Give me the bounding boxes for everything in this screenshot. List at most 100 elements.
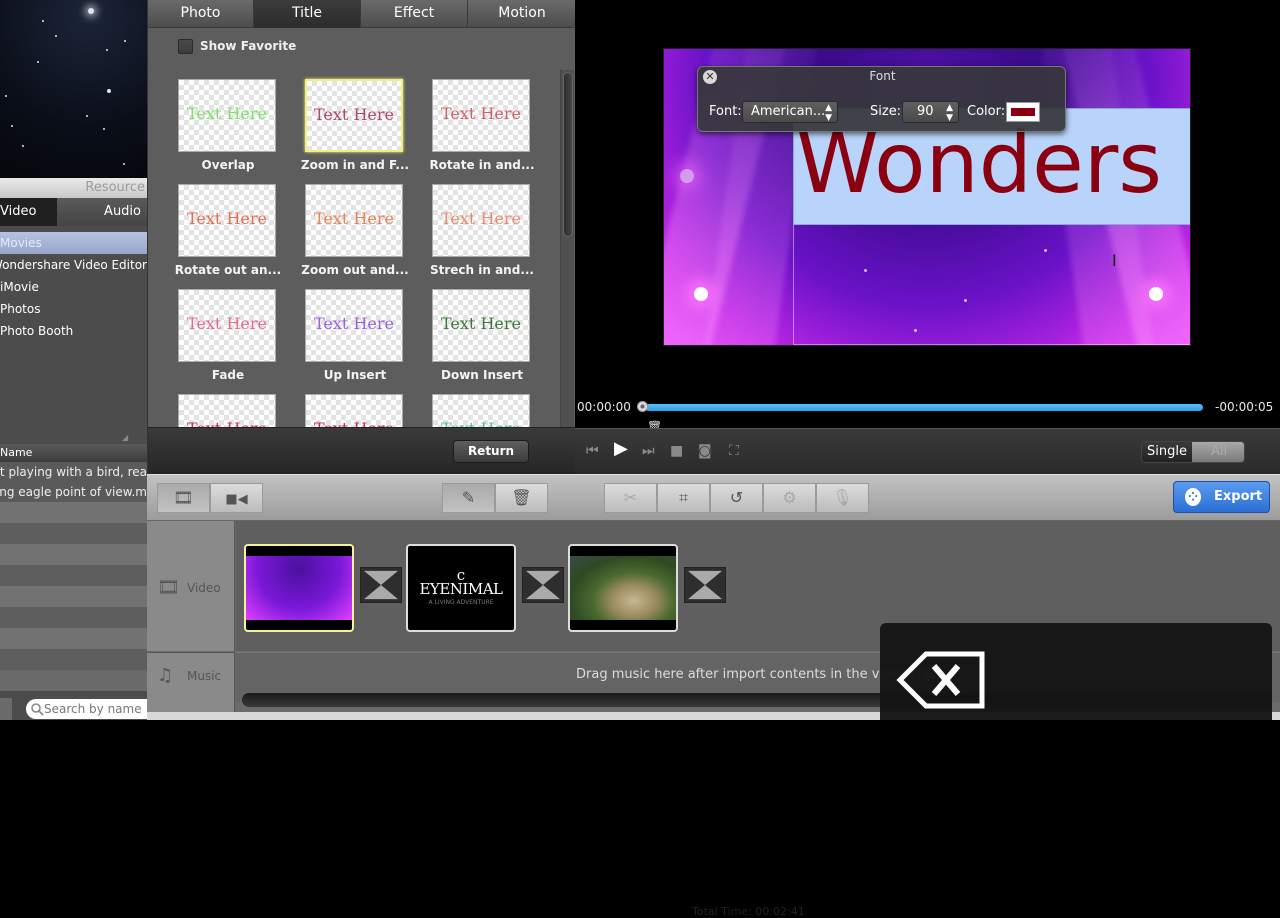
effect-label: Rotate out an...: [174, 263, 282, 277]
snapshot-camera-icon[interactable]: ◙: [698, 441, 712, 461]
tab-audio[interactable]: Audio: [57, 198, 147, 226]
title-effect-item[interactable]: Text Here Overlap: [178, 70, 278, 176]
size-label: Size:: [870, 104, 902, 119]
effect-sample-text: Text Here: [441, 314, 521, 333]
export-button[interactable]: ⁘ Export: [1173, 481, 1270, 513]
skip-back-icon[interactable]: ⏮: [586, 441, 599, 461]
search-input[interactable]: Search by name: [26, 699, 147, 719]
tab-effect[interactable]: Effect: [361, 0, 468, 28]
font-family-select[interactable]: American... ▲ ▼: [742, 101, 838, 123]
effect-thumbnail: Text Here: [178, 79, 276, 152]
tab-photo[interactable]: Photo: [148, 0, 254, 28]
delete-button[interactable]: 🗑: [495, 483, 548, 513]
record-video-button[interactable]: ■◀: [210, 483, 263, 513]
media-library-button[interactable]: 🎞: [157, 483, 210, 513]
cut-button[interactable]: ✂: [604, 483, 657, 513]
effect-thumbnail: Text Here: [432, 289, 530, 362]
clip-thumbnail: [246, 556, 352, 620]
effect-label: Zoom out and...: [301, 263, 409, 277]
scissors-icon: ✂: [623, 488, 638, 507]
rotate-button[interactable]: ↺: [710, 483, 763, 513]
transition-slot[interactable]: [360, 567, 402, 603]
clip-thumbnail: [570, 556, 676, 620]
effect-label: Fade: [211, 368, 245, 382]
resource-item-photo-booth[interactable]: Photo Booth: [0, 320, 147, 342]
timeline-clip-eyenimal[interactable]: ϲ EYENIMAL A LIVING ADVENTURE: [406, 544, 516, 632]
close-icon[interactable]: ✕: [703, 70, 717, 84]
file-name: Cat playing with a bird, rea: [0, 465, 147, 479]
title-effect-item[interactable]: Text Here: [305, 385, 405, 427]
playback-progress-track[interactable]: [645, 404, 1203, 411]
tab-motion[interactable]: Motion: [468, 0, 576, 28]
trash-icon: 🗑: [511, 488, 532, 507]
resource-item-photos[interactable]: Photos: [0, 298, 147, 320]
star: [86, 115, 88, 117]
resource-panel-title: Resource: [0, 178, 147, 198]
play-icon[interactable]: ▶: [614, 439, 628, 459]
effects-scrollbar[interactable]: [560, 70, 574, 427]
skip-forward-icon[interactable]: ⏭: [642, 441, 655, 461]
transition-slot[interactable]: [684, 567, 726, 603]
crop-button[interactable]: ⌗: [657, 483, 710, 513]
file-description-list: Cat playing with a bird, rea Flying eagl…: [0, 462, 147, 502]
effects-scroll-thumb[interactable]: [563, 72, 573, 237]
empty-row: [0, 607, 147, 628]
title-effect-item[interactable]: Text Here Rotate out an...: [175, 175, 281, 281]
resource-item-label: Movies: [0, 236, 42, 250]
title-effect-item[interactable]: Text Here Fade: [178, 280, 278, 386]
resource-item-wondershare[interactable]: Wondershare Video Editor: [0, 254, 147, 276]
font-color-swatch[interactable]: [1006, 102, 1040, 122]
star: [22, 145, 24, 147]
color-label: Color:: [967, 104, 1006, 119]
file-row[interactable]: Flying eagle point of view.m: [0, 482, 147, 502]
return-button[interactable]: Return: [453, 440, 529, 463]
voiceover-button[interactable]: 🎙: [816, 483, 869, 513]
title-effect-item[interactable]: Text Here Up Insert: [305, 280, 405, 386]
description-header: Name: [0, 444, 147, 462]
resource-item-label: Photos: [0, 302, 41, 316]
title-effect-item[interactable]: Text Here Rotate in and...: [429, 70, 535, 176]
resize-handle[interactable]: ◢: [122, 433, 130, 442]
font-color-fill: [1011, 108, 1035, 116]
desktop-background: [0, 0, 147, 178]
stage-light: [680, 169, 694, 183]
file-name: Flying eagle point of view.m: [0, 485, 147, 499]
playhead-knob[interactable]: [637, 401, 648, 412]
title-effect-item[interactable]: Text Here Down Insert: [432, 280, 532, 386]
view-toggle-button[interactable]: [0, 698, 12, 720]
mode-all-button[interactable]: All: [1192, 442, 1244, 462]
star: [103, 128, 105, 130]
effects-tabs: Photo Title Effect Motion: [148, 0, 576, 28]
effect-sample-text: Text Here: [179, 419, 275, 427]
mode-single-button[interactable]: Single: [1142, 442, 1192, 462]
settings-button[interactable]: ⚙: [763, 483, 816, 513]
edit-toolbar: 🎞 ■◀ ✎ 🗑 ✂ ⌗ ↺ ⚙ 🎙 ⁘ Export: [147, 474, 1280, 521]
title-effect-item[interactable]: Text Here Zoom out and...: [301, 175, 409, 281]
stop-icon[interactable]: ■: [670, 441, 683, 461]
resource-item-movies[interactable]: Movies: [0, 232, 147, 254]
hourglass-transition-icon: [526, 570, 560, 600]
title-effect-item[interactable]: Text Here Zoom in and F...: [301, 70, 409, 176]
transition-slot[interactable]: [522, 567, 564, 603]
remaining-time: -00:00:05: [1215, 400, 1274, 414]
title-effect-item[interactable]: Text Here: [178, 385, 278, 427]
effect-sample-text: Text Here: [441, 209, 521, 228]
title-effect-item[interactable]: Text Here Strech in and...: [430, 175, 534, 281]
file-row[interactable]: Cat playing with a bird, rea: [0, 462, 147, 482]
resource-item-imovie[interactable]: iMovie: [0, 276, 147, 298]
font-size-select[interactable]: 90 ▲ ▼: [902, 101, 959, 123]
music-track-header: ♫ Music: [147, 652, 235, 712]
timeline-clip-purple-stage[interactable]: [244, 544, 354, 632]
effects-panel: Photo Title Effect Motion Show Favorite …: [147, 0, 576, 474]
empty-row: [0, 502, 147, 523]
star: [106, 49, 108, 51]
show-favorite-checkbox[interactable]: [178, 39, 193, 54]
resource-item-label: Wondershare Video Editor: [0, 258, 147, 272]
tab-video[interactable]: Video: [0, 198, 57, 226]
tab-title[interactable]: Title: [254, 0, 361, 28]
fullscreen-icon[interactable]: ⛶: [729, 441, 739, 461]
edit-button[interactable]: ✎: [442, 483, 495, 513]
timeline-clip-eagle-footage[interactable]: [568, 544, 678, 632]
title-effect-item[interactable]: Text Here: [432, 385, 532, 427]
search-icon: [31, 703, 44, 716]
